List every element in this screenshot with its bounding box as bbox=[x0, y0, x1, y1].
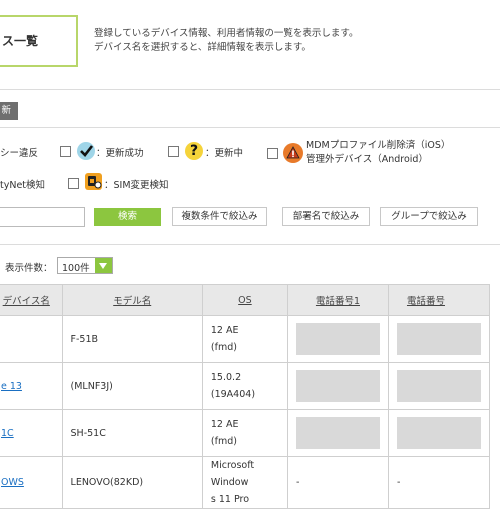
model-cell: (MLNF3J) bbox=[61, 362, 203, 410]
legend-mdm-removed-line1: MDMプロファイル削除済（iOS） bbox=[306, 140, 451, 151]
checkbox-updating[interactable] bbox=[168, 146, 179, 157]
tel1-cell: - bbox=[286, 456, 389, 509]
page-description: 登録しているデバイス情報、利用者情報の一覧を表示します。 デバイス名を選択すると… bbox=[94, 27, 358, 55]
search-button[interactable]: 検索 bbox=[94, 208, 161, 226]
filter-group-button[interactable]: グループで絞込み bbox=[380, 207, 478, 226]
divider bbox=[0, 89, 500, 90]
divider bbox=[0, 127, 500, 128]
os-line: 12 AE bbox=[210, 419, 239, 430]
chevron-down-icon[interactable] bbox=[95, 258, 112, 273]
tel2-cell bbox=[387, 362, 491, 410]
legend-sim-change: ：SIM変更検知 bbox=[104, 180, 169, 191]
tel2-placeholder bbox=[396, 370, 481, 402]
os-cell: 12 AE (fmd) bbox=[201, 315, 288, 363]
question-icon: ? bbox=[185, 142, 203, 160]
new-button-label: 新 bbox=[1, 105, 11, 116]
sim-card-icon bbox=[85, 173, 102, 190]
os-line: (fmd) bbox=[210, 342, 237, 353]
model-cell: LENOVO(82KD) bbox=[61, 456, 203, 509]
model-cell: SH-51C bbox=[61, 409, 203, 457]
legend-mdm-removed: MDMプロファイル削除済（iOS） 管理外デバイス（Android） bbox=[306, 139, 450, 167]
os-cell: Microsoft Window s 11 Pro bbox=[201, 456, 288, 509]
page-title-box: ス一覧 bbox=[0, 15, 78, 67]
checkbox-sim-change[interactable] bbox=[68, 178, 79, 189]
legend-update-success: ：更新成功 bbox=[96, 148, 144, 159]
tel1-cell bbox=[286, 362, 389, 410]
tel2-cell bbox=[387, 409, 491, 457]
os-line: Microsoft Window bbox=[210, 460, 255, 488]
divider bbox=[0, 244, 500, 245]
legend-policy-violation: シー違反 bbox=[0, 148, 39, 159]
tel1-placeholder bbox=[295, 370, 380, 402]
table-row: e 13 (MLNF3J) 15.0.2 (19A404) bbox=[0, 362, 491, 410]
description-line-2: デバイス名を選択すると、詳細情報を表示します。 bbox=[94, 42, 311, 53]
warning-icon bbox=[283, 143, 303, 163]
filter-dept-button[interactable]: 部署名で絞込み bbox=[282, 207, 370, 226]
os-line: (fmd) bbox=[210, 436, 237, 447]
display-count-label: 表示件数： bbox=[5, 263, 53, 274]
device-name-link[interactable]: 1C bbox=[0, 409, 63, 457]
table-row: 1C SH-51C 12 AE (fmd) bbox=[0, 409, 491, 457]
display-count-value: 100件 bbox=[62, 263, 90, 274]
tel1-placeholder bbox=[295, 417, 380, 449]
table-row: F-51B 12 AE (fmd) bbox=[0, 315, 491, 363]
check-icon bbox=[77, 142, 95, 160]
tel2-cell: - bbox=[387, 456, 491, 509]
legend-mdm-removed-line2: 管理外デバイス（Android） bbox=[306, 154, 428, 165]
header-tel2[interactable]: 電話番号 bbox=[387, 284, 491, 316]
tel2-placeholder bbox=[396, 417, 481, 449]
display-count-select[interactable]: 100件 bbox=[57, 257, 113, 274]
header-device-name[interactable]: デバイス名 bbox=[0, 284, 63, 316]
legend-safetynet: tyNet検知 bbox=[0, 180, 46, 191]
tel1-cell bbox=[286, 409, 389, 457]
model-cell: F-51B bbox=[61, 315, 203, 363]
tel1-cell bbox=[286, 315, 389, 363]
new-button[interactable]: 新 bbox=[0, 102, 18, 120]
tel1-placeholder bbox=[295, 323, 380, 355]
page-title: ス一覧 bbox=[2, 34, 39, 48]
device-name-link[interactable] bbox=[0, 315, 63, 363]
table-header-row: デバイス名 モデル名 OS 電話番号1 電話番号 bbox=[0, 284, 491, 316]
tel2-cell bbox=[387, 315, 491, 363]
checkbox-update-success[interactable] bbox=[60, 146, 71, 157]
os-line: 12 AE bbox=[210, 325, 239, 336]
tel2-placeholder bbox=[396, 323, 481, 355]
os-cell: 15.0.2 (19A404) bbox=[201, 362, 288, 410]
device-name-link[interactable]: e 13 bbox=[0, 362, 63, 410]
checkbox-mdm-removed[interactable] bbox=[267, 148, 278, 159]
description-line-1: 登録しているデバイス情報、利用者情報の一覧を表示します。 bbox=[94, 28, 359, 39]
table-row: OWS LENOVO(82KD) Microsoft Window s 11 Pr… bbox=[0, 456, 491, 509]
search-input[interactable] bbox=[0, 207, 85, 227]
device-name-link[interactable]: OWS bbox=[0, 456, 63, 509]
header-tel1[interactable]: 電話番号1 bbox=[286, 284, 389, 316]
os-cell: 12 AE (fmd) bbox=[201, 409, 288, 457]
filter-multi-button[interactable]: 複数条件で絞込み bbox=[172, 207, 267, 226]
legend-updating: ：更新中 bbox=[205, 148, 244, 159]
header-model-name[interactable]: モデル名 bbox=[61, 284, 203, 316]
device-table: デバイス名 モデル名 OS 電話番号1 電話番号 F-51B 12 AE (fmd… bbox=[0, 284, 491, 509]
header-os[interactable]: OS bbox=[201, 284, 288, 316]
os-line: 15.0.2 (19A404) bbox=[210, 372, 256, 400]
